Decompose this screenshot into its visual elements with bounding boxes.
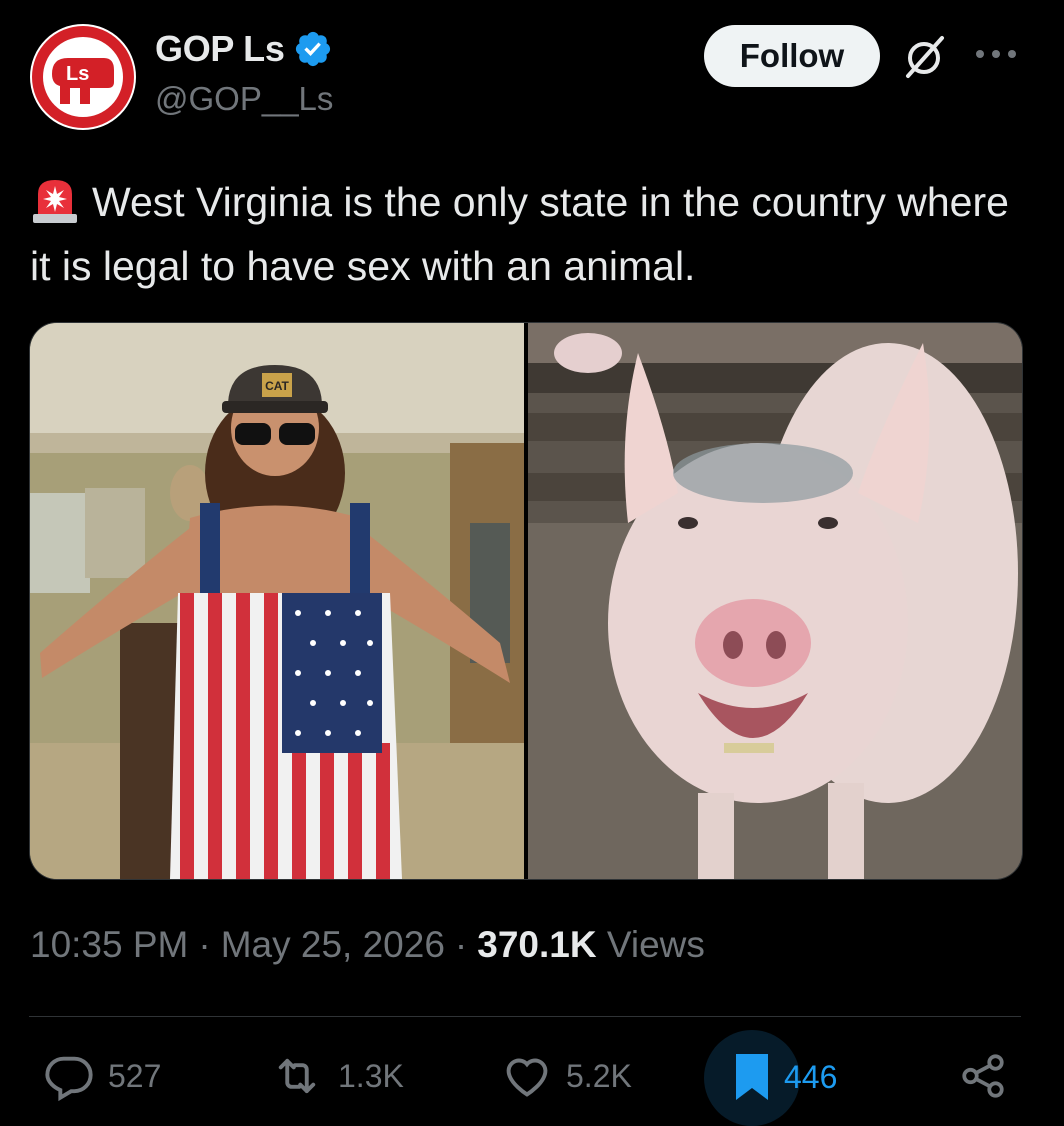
bookmark-count: 446	[784, 1058, 838, 1095]
tweet-time[interactable]: 10:35 PM	[30, 924, 188, 966]
views-count: 370.1K	[477, 924, 597, 965]
share-icon	[962, 1054, 1004, 1098]
repost-icon	[278, 1058, 316, 1094]
photo-man-in-flag-overalls[interactable]: CAT	[30, 323, 524, 879]
avatar[interactable]: Ls	[30, 24, 136, 130]
tweet-meta: 10:35 PM · May 25, 2026 · 370.1K Views	[30, 924, 705, 966]
more-options-icon[interactable]	[974, 44, 1018, 64]
man-photo: CAT	[30, 323, 524, 879]
meta-separator: ·	[198, 924, 211, 965]
divider	[29, 1016, 1021, 1017]
display-name[interactable]: GOP Ls	[155, 28, 285, 70]
repost-count: 1.3K	[338, 1057, 404, 1094]
verified-badge-icon	[295, 31, 330, 67]
cap-logo-text: CAT	[265, 379, 289, 393]
repost-button[interactable]: 1.3K	[268, 1050, 404, 1102]
like-count: 5.2K	[566, 1057, 632, 1094]
tweet-body: West Virginia is the only state in the c…	[30, 179, 1009, 289]
like-button[interactable]: 5.2K	[500, 1050, 632, 1102]
tweet-date[interactable]: May 25, 2026	[221, 924, 445, 966]
handle[interactable]: @GOP__Ls	[155, 80, 333, 118]
meta-separator: ·	[454, 924, 468, 965]
photo-pig[interactable]	[528, 323, 1022, 879]
tweet-text: West Virginia is the only state in the c…	[30, 170, 1030, 298]
reply-button[interactable]: 527	[42, 1050, 161, 1102]
follow-button[interactable]: Follow	[704, 25, 880, 87]
bookmark-button[interactable]: 446	[732, 1050, 837, 1104]
reply-icon	[45, 1056, 93, 1102]
pig-photo	[528, 323, 1022, 879]
bookmark-icon	[736, 1054, 768, 1100]
heart-icon	[506, 1058, 548, 1097]
grok-icon[interactable]	[898, 30, 950, 82]
siren-icon	[33, 180, 77, 223]
share-button[interactable]	[958, 1050, 1008, 1102]
views-label: Views	[606, 924, 705, 965]
tweet-media[interactable]: CAT	[29, 322, 1023, 880]
svg-text:Ls: Ls	[66, 63, 89, 85]
reply-count: 527	[108, 1057, 162, 1094]
gop-ls-logo: Ls	[32, 26, 134, 128]
